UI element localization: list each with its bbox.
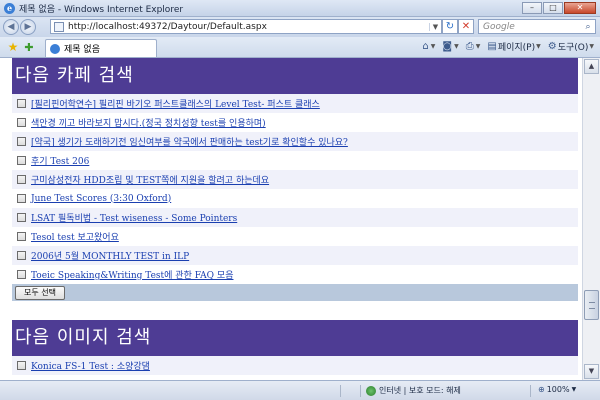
stop-button[interactable]: ✕ xyxy=(458,19,474,34)
tab-label: 제목 없음 xyxy=(64,45,100,55)
maximize-button[interactable]: □ xyxy=(543,2,563,14)
result-checkbox[interactable] xyxy=(17,99,26,108)
result-checkbox[interactable] xyxy=(17,251,26,260)
status-divider xyxy=(360,385,361,397)
vertical-scrollbar[interactable]: ▲ ▼ xyxy=(582,58,600,380)
cafe-result-row: Toeic Speaking&Writing Test에 관한 FAQ 모음 xyxy=(12,265,578,284)
result-link[interactable]: [필리핀어학연수] 필리핀 바기오 퍼스트클래스의 Level Test- 퍼스… xyxy=(31,97,320,110)
result-link[interactable]: 색안경 끼고 바라보지 맙시다.(정국 정치성향 test를 인용하며) xyxy=(31,116,266,129)
window-title: 제목 없음 - Windows Internet Explorer xyxy=(19,4,184,15)
result-checkbox[interactable] xyxy=(17,137,26,146)
command-bar: ⌂ ▼ ◙ ▼ ⎙ ▼ ▤ 페이지(P) ▼ ⚙ 도구(O) ▼ xyxy=(415,40,594,53)
home-icon: ⌂ xyxy=(422,41,429,52)
result-link[interactable]: 구미삼성전자 HDD조립 및 TEST쪽에 지원을 할려고 하는데요 xyxy=(31,173,269,186)
cafe-section-title: 다음 카페 검색 xyxy=(12,58,578,94)
result-checkbox[interactable] xyxy=(17,213,26,222)
security-zone[interactable]: 인터넷 | 보호 모드: 해제 xyxy=(366,385,461,396)
address-dropdown-icon[interactable]: ▼ xyxy=(429,22,441,31)
page-menu-label: 페이지(P) xyxy=(497,43,536,53)
cafe-result-row: June Test Scores (3:30 Oxford) xyxy=(12,189,578,208)
result-link[interactable]: June Test Scores (3:30 Oxford) xyxy=(31,194,171,204)
result-checkbox[interactable] xyxy=(17,175,26,184)
scroll-up-arrow[interactable]: ▲ xyxy=(584,59,599,74)
cafe-result-row: 구미삼성전자 HDD조립 및 TEST쪽에 지원을 할려고 하는데요 xyxy=(12,170,578,189)
tab-page-icon xyxy=(50,43,60,54)
page-icon xyxy=(54,21,64,32)
result-link[interactable]: 2006년 5월 MONTHLY TEST in ILP xyxy=(31,249,189,262)
close-button[interactable]: ✕ xyxy=(564,2,596,14)
add-favorite-icon[interactable]: ✚ xyxy=(22,41,36,54)
result-link[interactable]: Tesol test 보고왔어요 xyxy=(31,230,119,243)
zone-text: 인터넷 | 보호 모드: 해제 xyxy=(379,386,461,395)
image-results-list: Konica FS-1 Test : 소양강댐SOUTH AFRICA CRIC… xyxy=(12,356,578,380)
result-checkbox[interactable] xyxy=(17,232,26,241)
globe-icon xyxy=(366,385,376,396)
search-placeholder[interactable]: Google xyxy=(483,22,581,32)
result-link[interactable]: LSAT 필독비법 - Test wiseness - Some Pointer… xyxy=(31,211,237,224)
cafe-section-footer: 모두 선택 xyxy=(12,284,578,301)
ie-logo-icon: e xyxy=(4,2,15,14)
forward-button[interactable]: ▶ xyxy=(20,19,36,35)
rss-icon: ◙ xyxy=(442,41,453,52)
zoom-icon: ⊕ xyxy=(538,385,545,394)
cafe-results-list: [필리핀어학연수] 필리핀 바기오 퍼스트클래스의 Level Test- 퍼스… xyxy=(12,94,578,284)
feeds-button[interactable]: ◙ ▼ xyxy=(442,41,458,52)
gear-icon: ⚙ xyxy=(547,41,557,52)
cafe-result-row: [약국] 생기가 도래하기전 임신여부를 약국에서 판매하는 test기로 확인… xyxy=(12,132,578,151)
cafe-result-row: [필리핀어학연수] 필리핀 바기오 퍼스트클래스의 Level Test- 퍼스… xyxy=(12,94,578,113)
result-checkbox[interactable] xyxy=(17,361,26,370)
address-bar[interactable]: http://localhost:49372/Daytour/Default.a… xyxy=(50,19,442,34)
cafe-result-row: 후기 Test 206 xyxy=(12,151,578,170)
refresh-button[interactable]: ↻ xyxy=(442,19,458,34)
result-link[interactable]: Toeic Speaking&Writing Test에 관한 FAQ 모음 xyxy=(31,268,233,281)
zoom-control[interactable]: ⊕ 100% ▼ xyxy=(538,385,576,394)
address-toolbar: ◀ ▶ http://localhost:49372/Daytour/Defau… xyxy=(0,17,600,37)
cafe-result-row: LSAT 필독비법 - Test wiseness - Some Pointer… xyxy=(12,208,578,227)
favorites-star-icon[interactable]: ★ xyxy=(6,40,20,54)
page-icon: ▤ xyxy=(487,41,497,52)
image-section-title: 다음 이미지 검색 xyxy=(12,320,578,356)
minimize-button[interactable]: – xyxy=(522,2,542,14)
select-all-button[interactable]: 모두 선택 xyxy=(15,285,65,300)
url-text[interactable]: http://localhost:49372/Daytour/Default.a… xyxy=(68,22,429,32)
search-box[interactable]: Google ⌕ xyxy=(478,19,596,34)
page-viewport: 다음 카페 검색 [필리핀어학연수] 필리핀 바기오 퍼스트클래스의 Level… xyxy=(0,58,582,380)
cafe-result-row: 색안경 끼고 바라보지 맙시다.(정국 정치성향 test를 인용하며) xyxy=(12,113,578,132)
result-link[interactable]: Konica FS-1 Test : 소양강댐 xyxy=(31,359,150,372)
tools-menu-button[interactable]: ⚙ 도구(O) ▼ xyxy=(548,40,594,53)
result-checkbox[interactable] xyxy=(17,118,26,127)
result-link[interactable]: [약국] 생기가 도래하기전 임신여부를 약국에서 판매하는 test기로 확인… xyxy=(31,135,348,148)
tab-toolbar: ★ ✚ 제목 없음 ⌂ ▼ ◙ ▼ ⎙ ▼ ▤ 페이지(P) ▼ ⚙ 도구(O) ▼ xyxy=(0,37,600,58)
status-divider xyxy=(340,385,341,397)
tools-menu-label: 도구(O) xyxy=(557,43,589,53)
search-icon[interactable]: ⌕ xyxy=(581,22,595,32)
scroll-thumb[interactable] xyxy=(584,290,599,320)
print-button[interactable]: ⎙ ▼ xyxy=(466,41,481,52)
status-bar: 인터넷 | 보호 모드: 해제 ⊕ 100% ▼ xyxy=(0,380,600,400)
tab-untitled[interactable]: 제목 없음 xyxy=(45,39,157,57)
cafe-result-row: 2006년 5월 MONTHLY TEST in ILP xyxy=(12,246,578,265)
zoom-level: 100% xyxy=(546,385,570,394)
window-controls: – □ ✕ xyxy=(521,2,596,14)
scroll-down-arrow[interactable]: ▼ xyxy=(584,364,599,379)
image-result-row: Konica FS-1 Test : 소양강댐 xyxy=(12,356,578,375)
print-icon: ⎙ xyxy=(465,41,474,52)
back-button[interactable]: ◀ xyxy=(3,19,19,35)
zoom-dropdown-icon[interactable]: ▼ xyxy=(572,386,577,393)
scroll-grip-icon xyxy=(589,302,595,309)
result-checkbox[interactable] xyxy=(17,270,26,279)
result-checkbox[interactable] xyxy=(17,194,26,203)
page-content: 다음 카페 검색 [필리핀어학연수] 필리핀 바기오 퍼스트클래스의 Level… xyxy=(12,58,578,380)
status-divider xyxy=(530,385,531,397)
section-gap xyxy=(12,301,578,320)
result-link[interactable]: 후기 Test 206 xyxy=(31,154,89,167)
page-menu-button[interactable]: ▤ 페이지(P) ▼ xyxy=(487,40,540,53)
home-button[interactable]: ⌂ ▼ xyxy=(422,41,435,52)
window-title-bar: e 제목 없음 - Windows Internet Explorer – □ … xyxy=(0,0,600,17)
cafe-result-row: Tesol test 보고왔어요 xyxy=(12,227,578,246)
result-checkbox[interactable] xyxy=(17,156,26,165)
